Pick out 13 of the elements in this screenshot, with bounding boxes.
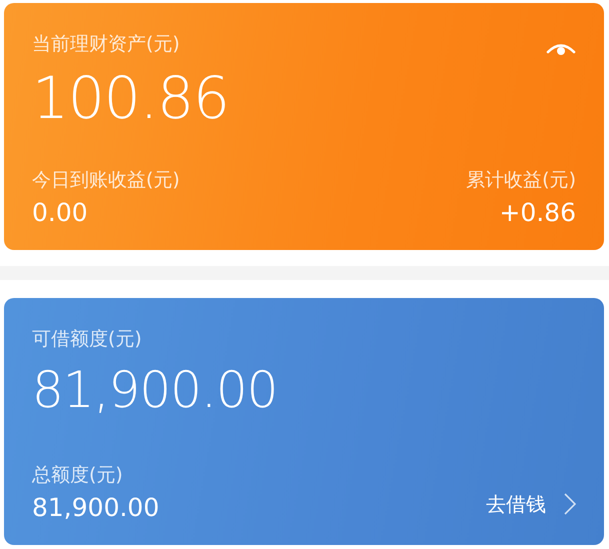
stat-label: 累计收益(元) bbox=[466, 169, 576, 192]
credit-label: 可借额度(元) bbox=[32, 328, 142, 351]
stat-value: 81,900.00 bbox=[32, 493, 160, 523]
stat-value: 0.00 bbox=[32, 198, 89, 228]
amount-value: 81,900.00 bbox=[32, 364, 278, 415]
stat-label: 今日到账收益(元) bbox=[32, 169, 180, 192]
eye-icon[interactable] bbox=[546, 41, 576, 57]
amount-value: 100.86 bbox=[32, 69, 230, 127]
stat-label: 总额度(元) bbox=[32, 464, 124, 487]
asset-label: 当前理财资产(元) bbox=[32, 33, 180, 56]
stat-value: +0.86 bbox=[498, 198, 576, 228]
borrow-button[interactable]: 去借钱 bbox=[486, 489, 576, 519]
chevron-right-icon bbox=[564, 493, 576, 515]
